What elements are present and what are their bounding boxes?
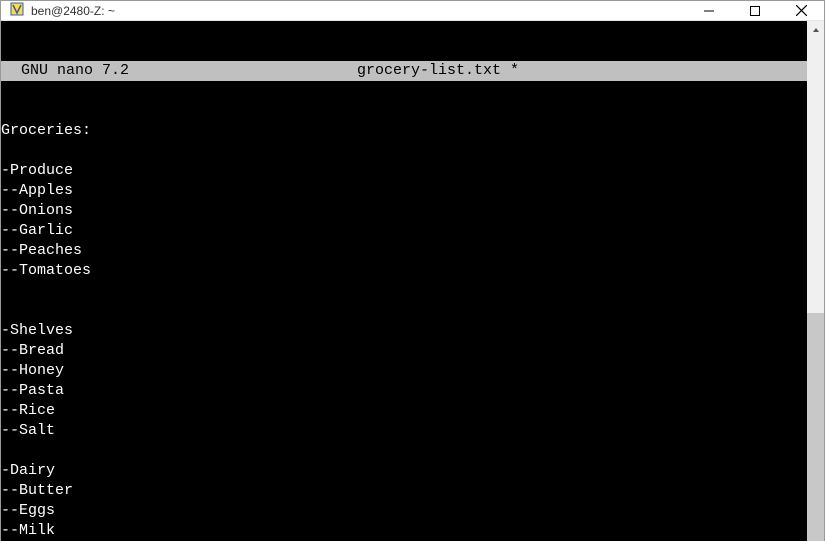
nano-header-right [747, 61, 807, 81]
window-title: ben@2480-Z: ~ [31, 4, 115, 18]
editor-line: --Pasta [1, 381, 807, 401]
close-icon [796, 5, 807, 16]
editor-line [1, 281, 807, 301]
editor-line: Groceries: [1, 121, 807, 141]
window-controls [686, 1, 824, 20]
editor-content: Groceries: -Produce--Apples--Onions--Gar… [1, 121, 807, 541]
terminal-wrap: GNU nano 7.2 grocery-list.txt * Grocerie… [1, 21, 824, 541]
editor-line: --Onions [1, 201, 807, 221]
titlebar-left: ben@2480-Z: ~ [1, 1, 115, 20]
scroll-up-button[interactable] [807, 21, 824, 38]
editor-line: --Butter [1, 481, 807, 501]
minimize-icon [704, 6, 714, 16]
editor-line: --Honey [1, 361, 807, 381]
editor-line: --Apples [1, 181, 807, 201]
editor-line: -Shelves [1, 321, 807, 341]
terminal[interactable]: GNU nano 7.2 grocery-list.txt * Grocerie… [1, 21, 807, 541]
maximize-button[interactable] [732, 1, 778, 20]
editor-line: -Produce [1, 161, 807, 181]
nano-header: GNU nano 7.2 grocery-list.txt * [1, 61, 807, 81]
scrollbar[interactable] [807, 21, 824, 541]
editor-line [1, 441, 807, 461]
editor-line: --Garlic [1, 221, 807, 241]
app-icon [9, 1, 25, 20]
editor-line: -Dairy [1, 461, 807, 481]
editor-line: --Milk [1, 521, 807, 541]
nano-app-label: GNU nano 7.2 [1, 61, 129, 81]
editor-line [1, 301, 807, 321]
minimize-button[interactable] [686, 1, 732, 20]
app-window: ben@2480-Z: ~ GNU nano 7.2 grocery-list.… [0, 0, 825, 541]
editor-line: --Rice [1, 401, 807, 421]
editor-line: --Peaches [1, 241, 807, 261]
editor-line: --Eggs [1, 501, 807, 521]
titlebar[interactable]: ben@2480-Z: ~ [1, 1, 824, 21]
scroll-track[interactable] [807, 38, 824, 541]
maximize-icon [750, 6, 760, 16]
close-button[interactable] [778, 1, 824, 20]
scroll-thumb[interactable] [807, 313, 824, 541]
editor-line: --Bread [1, 341, 807, 361]
editor-line: --Salt [1, 421, 807, 441]
editor-line: --Tomatoes [1, 261, 807, 281]
chevron-up-icon [812, 26, 820, 34]
nano-filename: grocery-list.txt * [129, 61, 747, 81]
editor-line [1, 141, 807, 161]
